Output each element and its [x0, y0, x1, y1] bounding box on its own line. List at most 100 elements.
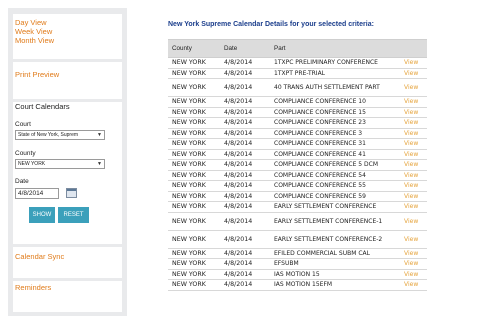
chevron-down-icon: ▼	[97, 132, 102, 138]
cell-date: 4/8/2014	[220, 57, 270, 69]
view-link[interactable]: View	[400, 107, 427, 118]
cell-date: 4/8/2014	[220, 68, 270, 79]
view-link[interactable]: View	[400, 248, 427, 259]
court-calendars-title: Court Calendars	[15, 102, 70, 111]
cell-county: NEW YORK	[168, 138, 220, 150]
column-header-part: Part	[270, 39, 400, 58]
view-link[interactable]: View	[400, 230, 427, 249]
cell-part: EARLY SETTLEMENT CONFERENCE-2	[270, 230, 400, 249]
cell-part: 40 TRANS AUTH SETTLEMENT PART	[270, 78, 400, 97]
calendar-sync-link[interactable]: Calendar Sync	[15, 252, 64, 261]
table-row: NEW YORK 4/8/2014 COMPLIANCE CONFERENCE 10…	[168, 96, 427, 108]
view-link[interactable]: View	[400, 170, 427, 181]
cell-county: NEW YORK	[168, 149, 220, 160]
cell-county: NEW YORK	[168, 269, 220, 280]
table-row: NEW YORK 4/8/2014 COMPLIANCE CONFERENCE 3V…	[168, 128, 427, 139]
court-select-value: State of New York, Suprem	[18, 132, 79, 138]
county-select-value: NEW YORK	[18, 161, 46, 167]
view-link[interactable]: View	[400, 258, 427, 270]
cell-county: NEW YORK	[168, 212, 220, 231]
cell-county: NEW YORK	[168, 248, 220, 259]
column-header-county: County	[168, 39, 220, 58]
county-select[interactable]: NEW YORK ▼	[15, 159, 105, 169]
view-link[interactable]: View	[400, 180, 427, 192]
county-label: County	[15, 150, 36, 157]
reset-button[interactable]: RESET	[58, 207, 89, 223]
view-link[interactable]: View	[400, 57, 427, 69]
cell-county: NEW YORK	[168, 117, 220, 129]
cell-date: 4/8/2014	[220, 138, 270, 150]
column-header-link	[400, 39, 427, 58]
month-view-link[interactable]: Month View	[15, 36, 54, 45]
cell-part: IAS MOTION 15EFM	[270, 279, 400, 291]
date-label: Date	[15, 178, 29, 185]
calendar-icon[interactable]	[66, 188, 77, 198]
reminders-link[interactable]: Reminders	[15, 283, 51, 292]
table-row: NEW YORK 4/8/2014 COMPLIANCE CONFERENCE 15…	[168, 107, 427, 118]
cell-date: 4/8/2014	[220, 149, 270, 160]
view-link[interactable]: View	[400, 78, 427, 97]
cell-part: COMPLIANCE CONFERENCE 23	[270, 117, 400, 129]
day-view-link[interactable]: Day View	[15, 18, 47, 27]
cell-part: COMPLIANCE CONFERENCE 31	[270, 138, 400, 150]
cell-part: EFILED COMMERCIAL SUBM CAL	[270, 248, 400, 259]
cell-county: NEW YORK	[168, 68, 220, 79]
view-link[interactable]: View	[400, 96, 427, 108]
table-row: NEW YORK 4/8/2014 40 TRANS AUTH SETTLEMENT…	[168, 78, 427, 97]
cell-date: 4/8/2014	[220, 191, 270, 202]
cell-date: 4/8/2014	[220, 212, 270, 231]
table-row: NEW YORK 4/8/2014 COMPLIANCE CONFERENCE 41…	[168, 149, 427, 160]
week-view-link[interactable]: Week View	[15, 27, 52, 36]
view-link[interactable]: View	[400, 269, 427, 280]
table-row: NEW YORK 4/8/2014 COMPLIANCE CONFERENCE 5 …	[168, 159, 427, 171]
print-preview-link[interactable]: Print Preview	[15, 70, 59, 79]
table-row: NEW YORK 4/8/2014 EARLY SETTLEMENT CONFERE…	[168, 201, 427, 213]
view-link[interactable]: View	[400, 149, 427, 160]
calendar-table: County Date Part NEW YORK 4/8/2014 1TXPC P…	[168, 39, 427, 291]
table-row: NEW YORK 4/8/2014 IAS MOTION 15 View	[168, 269, 427, 280]
view-link[interactable]: View	[400, 191, 427, 202]
view-link[interactable]: View	[400, 128, 427, 139]
cell-date: 4/8/2014	[220, 96, 270, 108]
page: Day View Week View Month View Print Prev…	[0, 0, 488, 316]
cell-county: NEW YORK	[168, 258, 220, 270]
cell-part: COMPLIANCE CONFERENCE 5 DCM	[270, 159, 400, 171]
view-link[interactable]: View	[400, 159, 427, 171]
cell-date: 4/8/2014	[220, 201, 270, 213]
court-select[interactable]: State of New York, Suprem ▼	[15, 130, 105, 140]
cell-county: NEW YORK	[168, 201, 220, 213]
cell-part: COMPLIANCE CONFERENCE 3	[270, 128, 400, 139]
cell-part: COMPLIANCE CONFERENCE 55	[270, 180, 400, 192]
table-row: NEW YORK 4/8/2014 1TXPC PRELIMINARY CONFER…	[168, 57, 427, 69]
cell-part: COMPLIANCE CONFERENCE 54	[270, 170, 400, 181]
show-button[interactable]: SHOW	[29, 207, 55, 223]
view-link[interactable]: View	[400, 279, 427, 291]
cell-date: 4/8/2014	[220, 78, 270, 97]
cell-part: EFSUBM	[270, 258, 400, 270]
date-input[interactable]: 4/8/2014	[15, 188, 59, 199]
view-link[interactable]: View	[400, 117, 427, 129]
cell-date: 4/8/2014	[220, 180, 270, 192]
cell-county: NEW YORK	[168, 57, 220, 69]
cell-date: 4/8/2014	[220, 230, 270, 249]
cell-county: NEW YORK	[168, 78, 220, 97]
cell-date: 4/8/2014	[220, 269, 270, 280]
column-header-date: Date	[220, 39, 270, 58]
print-panel	[13, 62, 122, 99]
cell-part: 1TXPT PRE-TRIAL	[270, 68, 400, 79]
view-link[interactable]: View	[400, 201, 427, 213]
cell-county: NEW YORK	[168, 279, 220, 291]
cell-part: COMPLIANCE CONFERENCE 15	[270, 107, 400, 118]
view-link[interactable]: View	[400, 138, 427, 150]
table-row: NEW YORK 4/8/2014 EFILED COMMERCIAL SUBM C…	[168, 248, 427, 259]
table-row: NEW YORK 4/8/2014 COMPLIANCE CONFERENCE 54…	[168, 170, 427, 181]
cell-county: NEW YORK	[168, 96, 220, 108]
view-link[interactable]: View	[400, 212, 427, 231]
cell-part: 1TXPC PRELIMINARY CONFERENCE	[270, 57, 400, 69]
table-row: NEW YORK 4/8/2014 COMPLIANCE CONFERENCE 31…	[168, 138, 427, 150]
view-link[interactable]: View	[400, 68, 427, 79]
cell-part: COMPLIANCE CONFERENCE 41	[270, 149, 400, 160]
table-header-row: County Date Part	[168, 39, 427, 58]
cell-county: NEW YORK	[168, 191, 220, 202]
cell-part: EARLY SETTLEMENT CONFERENCE-1	[270, 212, 400, 231]
